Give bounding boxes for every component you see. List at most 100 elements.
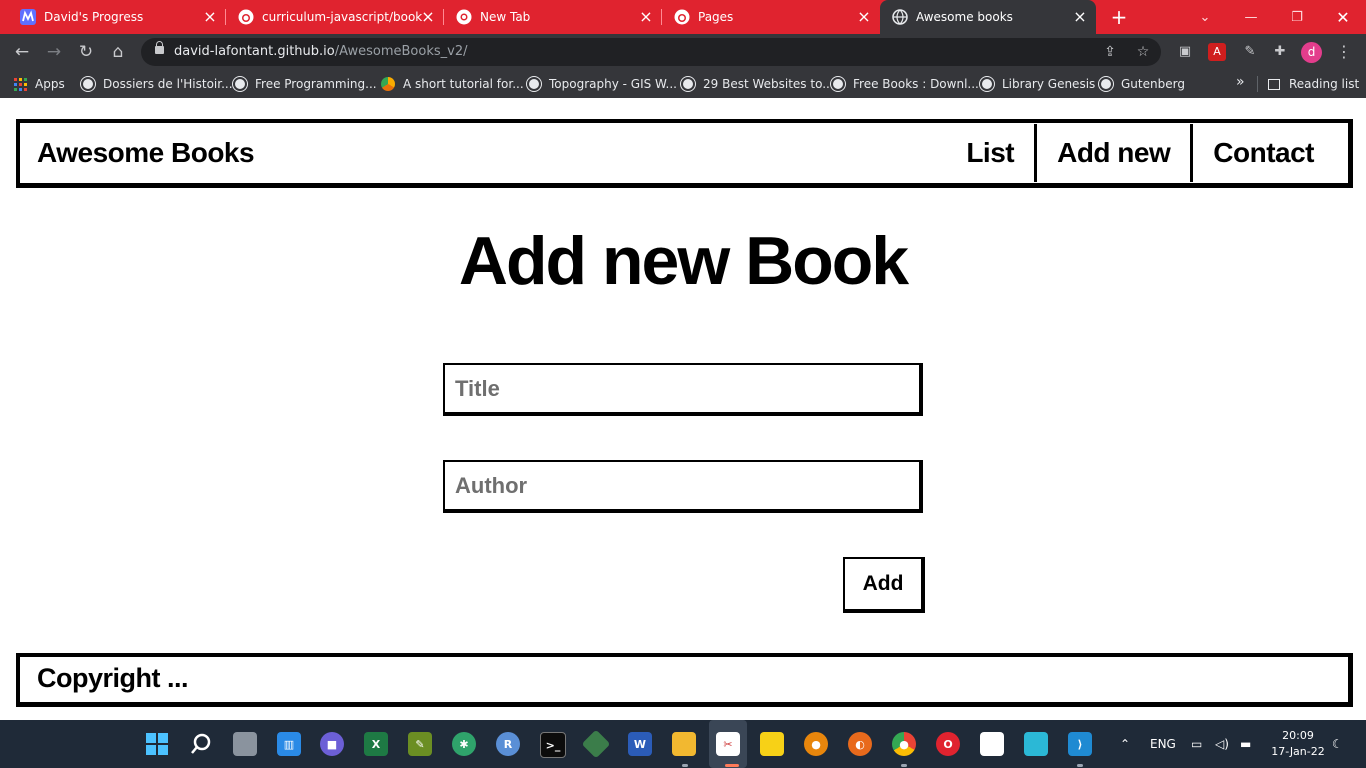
globe-icon bbox=[1099, 77, 1113, 91]
close-icon[interactable]: × bbox=[202, 9, 218, 25]
bookmark-free-books[interactable]: Free Books : Downl... bbox=[831, 70, 979, 98]
tab-title: Awesome books bbox=[916, 10, 1013, 24]
bookmark-topography[interactable]: Topography - GIS W... bbox=[527, 70, 677, 98]
bookmark-library-genesis[interactable]: Library Genesis bbox=[980, 70, 1095, 98]
home-button[interactable]: ⌂ bbox=[106, 40, 130, 64]
tab-curriculum-javascript[interactable]: curriculum-javascript/books... × bbox=[226, 0, 444, 34]
widgets-icon[interactable]: ▥ bbox=[277, 732, 301, 756]
chrome-taskbar-icon[interactable]: ● bbox=[892, 732, 916, 756]
excel-icon[interactable]: X bbox=[364, 732, 388, 756]
new-tab-button[interactable]: + bbox=[1107, 5, 1131, 29]
chrome-icon bbox=[456, 9, 472, 25]
terminal-icon[interactable]: >_ bbox=[540, 732, 566, 758]
minimize-button[interactable]: — bbox=[1228, 0, 1274, 34]
bookmark-apps[interactable]: Apps bbox=[14, 70, 65, 98]
store-icon[interactable] bbox=[1024, 732, 1048, 756]
url-host: david-lafontant.github.io bbox=[174, 44, 335, 59]
tab-title: David's Progress bbox=[44, 10, 144, 24]
firefox-icon[interactable]: ◐ bbox=[848, 732, 872, 756]
close-window-button[interactable]: ✕ bbox=[1320, 0, 1366, 34]
tab-search-icon[interactable]: ⌄ bbox=[1182, 0, 1228, 34]
bookmark-short-tutorial[interactable]: A short tutorial for... bbox=[381, 70, 524, 98]
tray-chevron-icon[interactable]: ⌃ bbox=[1120, 720, 1130, 768]
sticky-notes-icon[interactable] bbox=[760, 732, 784, 756]
notepad-icon[interactable]: ✎ bbox=[408, 732, 432, 756]
github-icon bbox=[674, 9, 690, 25]
word-icon[interactable]: W bbox=[628, 732, 652, 756]
menu-kebab-icon[interactable]: ⋮ bbox=[1335, 43, 1353, 61]
git-icon[interactable] bbox=[581, 729, 611, 759]
tab-title: New Tab bbox=[480, 10, 531, 24]
bookmark-label: A short tutorial for... bbox=[403, 77, 524, 91]
pdf-extension-icon[interactable]: A bbox=[1208, 43, 1226, 61]
teams-chat-icon[interactable]: ■ bbox=[320, 732, 344, 756]
battery-icon[interactable]: ▬ bbox=[1240, 720, 1251, 768]
nav-link-list[interactable]: List bbox=[946, 123, 1034, 183]
site-nav: List Add new Contact bbox=[946, 123, 1348, 183]
document-icon[interactable] bbox=[980, 732, 1004, 756]
forward-button[interactable]: → bbox=[42, 40, 66, 64]
author-input[interactable] bbox=[445, 462, 919, 509]
star-icon[interactable]: ☆ bbox=[1134, 43, 1152, 61]
opera-icon[interactable]: O bbox=[936, 732, 960, 756]
bookmark-label: 29 Best Websites to... bbox=[703, 77, 834, 91]
volume-icon[interactable]: ◁) bbox=[1215, 720, 1229, 768]
restore-button[interactable]: ❐ bbox=[1274, 0, 1320, 34]
notification-icon[interactable]: ☾ bbox=[1332, 720, 1343, 768]
close-icon[interactable]: × bbox=[856, 9, 872, 25]
close-icon[interactable]: × bbox=[420, 9, 436, 25]
globe-icon bbox=[527, 77, 541, 91]
extension-icon[interactable]: ▣ bbox=[1176, 43, 1194, 61]
copyright-text: Copyright ... bbox=[37, 663, 189, 693]
bookmarks-bar: Apps Dossiers de l'Histoir... Free Progr… bbox=[0, 70, 1366, 98]
apps-grid-icon bbox=[14, 77, 27, 91]
pen-extension-icon[interactable]: ✎ bbox=[1241, 43, 1259, 61]
bookmark-label: Free Books : Downl... bbox=[853, 77, 979, 91]
reading-list-icon bbox=[1268, 78, 1280, 90]
title-input[interactable] bbox=[445, 365, 919, 412]
nav-link-contact[interactable]: Contact bbox=[1193, 123, 1348, 183]
close-icon[interactable]: × bbox=[638, 9, 654, 25]
globe-icon bbox=[681, 77, 695, 91]
tab-awesome-books[interactable]: Awesome books × bbox=[880, 0, 1096, 34]
brave-icon[interactable]: ● bbox=[804, 732, 828, 756]
r-language-icon[interactable]: R bbox=[496, 732, 520, 756]
back-button[interactable]: ← bbox=[10, 40, 34, 64]
site-header: Awesome Books List Add new Contact bbox=[16, 119, 1353, 188]
language-indicator[interactable]: ENG bbox=[1150, 720, 1176, 768]
chevron-right-icon[interactable]: » bbox=[1236, 74, 1245, 90]
add-book-button[interactable]: Add bbox=[843, 557, 925, 613]
globe-icon bbox=[831, 77, 845, 91]
reading-list-button[interactable]: Reading list bbox=[1268, 70, 1359, 98]
page-title: Add new Book bbox=[458, 223, 909, 299]
author-field bbox=[443, 460, 923, 513]
vscode-icon[interactable]: ⟩ bbox=[1068, 732, 1092, 756]
running-indicator bbox=[901, 764, 907, 767]
bookmark-29-best-websites[interactable]: 29 Best Websites to... bbox=[681, 70, 834, 98]
tab-davids-progress[interactable]: David's Progress × bbox=[0, 0, 226, 34]
profile-avatar[interactable]: d bbox=[1301, 42, 1322, 63]
bookmark-free-programming[interactable]: Free Programming... bbox=[233, 70, 377, 98]
task-view-icon[interactable] bbox=[233, 732, 257, 756]
bookmark-dossiers[interactable]: Dossiers de l'Histoir... bbox=[81, 70, 233, 98]
share-icon[interactable]: ⇪ bbox=[1101, 43, 1119, 61]
puzzle-icon[interactable]: ✚ bbox=[1271, 43, 1289, 61]
address-bar[interactable]: david-lafontant.github.io/AwesomeBooks_v… bbox=[141, 38, 1161, 66]
reading-list-label: Reading list bbox=[1289, 77, 1360, 91]
system-clock[interactable]: 20:09 17-Jan-22 bbox=[1268, 728, 1328, 760]
nav-link-add-new[interactable]: Add new bbox=[1037, 123, 1190, 183]
atom-icon[interactable]: ✱ bbox=[452, 732, 476, 756]
bookmark-gutenberg[interactable]: Gutenberg bbox=[1099, 70, 1185, 98]
page-viewport: Awesome Books List Add new Contact Add n… bbox=[0, 98, 1366, 720]
tab-pages[interactable]: Pages × bbox=[662, 0, 880, 34]
windows-start-icon[interactable] bbox=[145, 732, 169, 756]
tab-new-tab[interactable]: New Tab × bbox=[444, 0, 662, 34]
close-icon[interactable]: × bbox=[1072, 9, 1088, 25]
url-text: david-lafontant.github.io/AwesomeBooks_v… bbox=[174, 44, 468, 59]
bookmark-label: Library Genesis bbox=[1002, 77, 1096, 91]
file-explorer-icon[interactable] bbox=[672, 732, 696, 756]
search-icon[interactable] bbox=[189, 732, 213, 756]
snipping-tool-icon[interactable]: ✂ bbox=[716, 732, 740, 756]
network-icon[interactable]: ▭ bbox=[1191, 720, 1202, 768]
reload-button[interactable]: ↻ bbox=[74, 40, 98, 64]
